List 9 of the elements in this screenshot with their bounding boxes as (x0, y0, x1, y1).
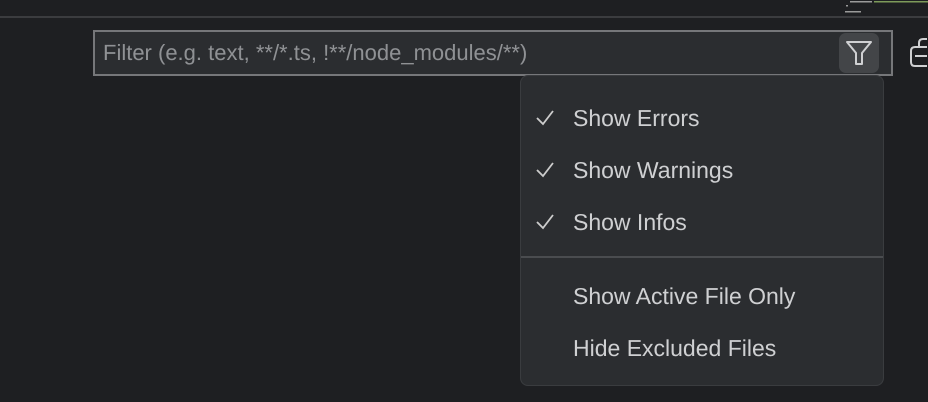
collapse-all-icon[interactable] (909, 38, 927, 68)
menu-item[interactable]: Show Warnings (521, 144, 883, 196)
menu-item[interactable]: Show Infos (521, 196, 883, 248)
filter-icon (845, 40, 873, 66)
menu-item[interactable]: Show Errors (521, 92, 883, 144)
filter-field[interactable]: Filter (e.g. text, **/*.ts, !**/node_modules/**) (93, 30, 893, 76)
menu-item[interactable]: Hide Excluded Files (521, 322, 883, 374)
filter-button[interactable] (839, 33, 879, 73)
menu-item[interactable]: Show Active File Only (521, 270, 883, 322)
